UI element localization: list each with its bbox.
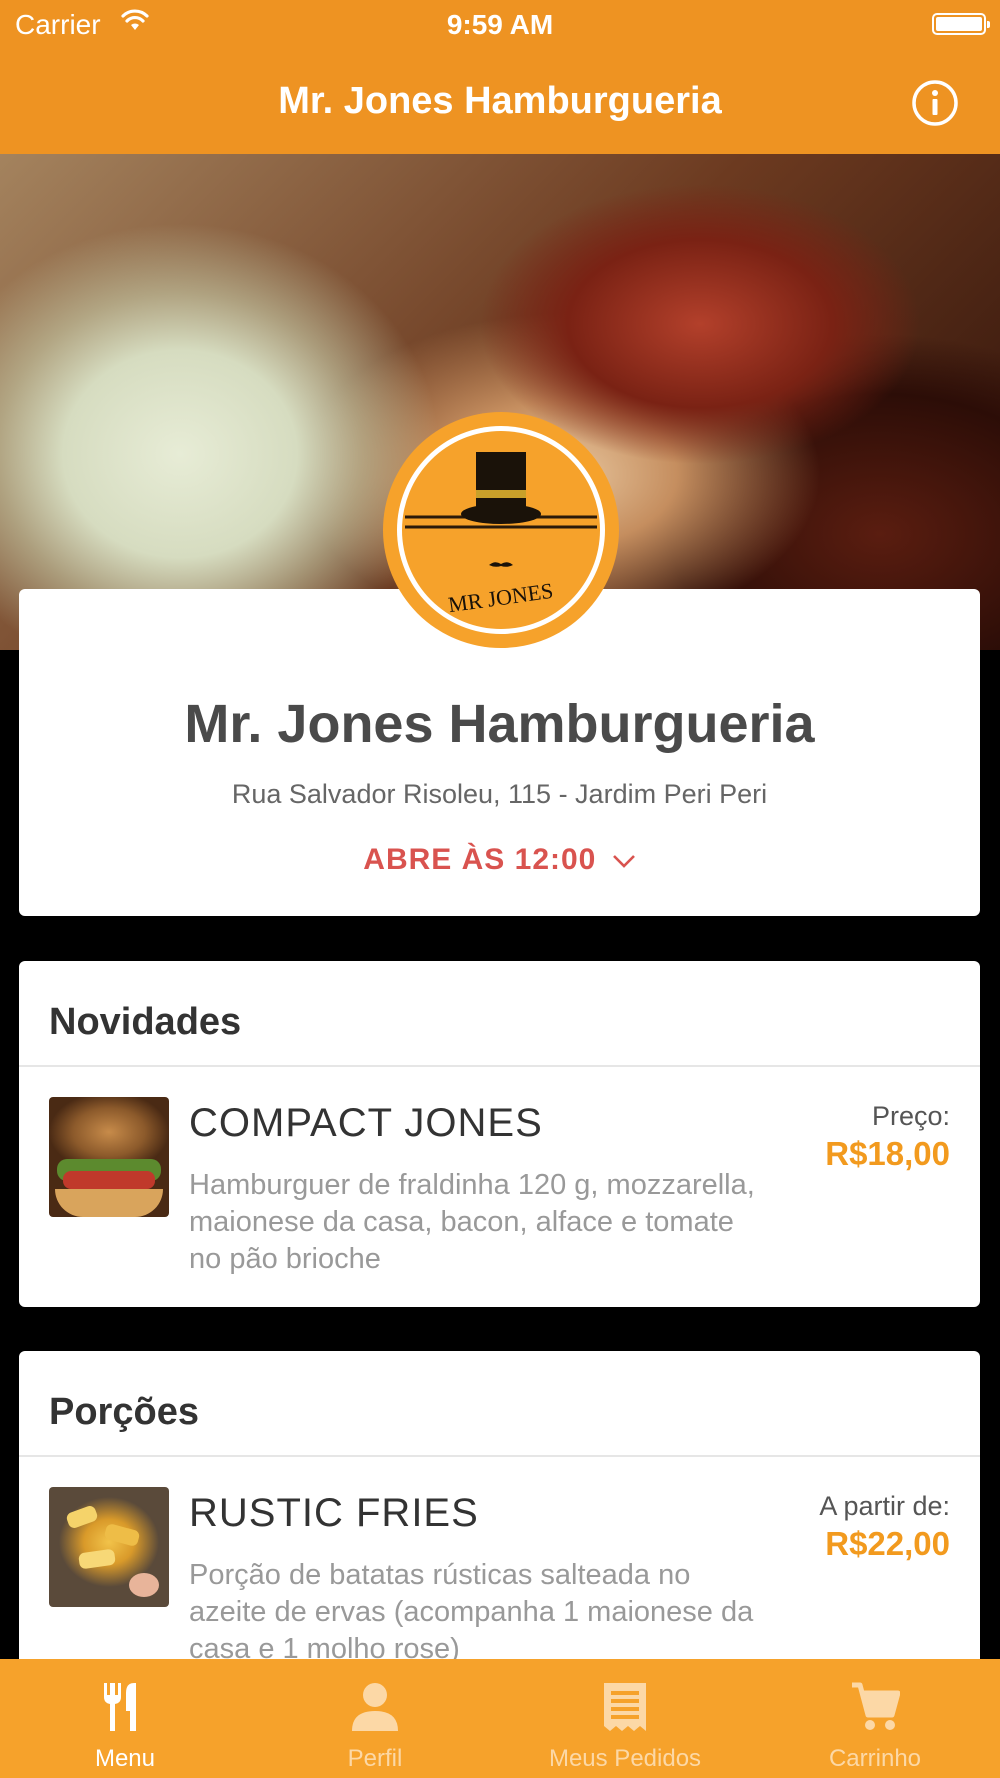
restaurant-address: Rua Salvador Risoleu, 115 - Jardim Peri … (231, 779, 768, 809)
item-photo (49, 1097, 169, 1217)
tab-bar: Menu Perfil Meus Pedidos Carrinho (0, 1659, 1000, 1778)
clock: 9:59 AM (446, 9, 554, 40)
divider (19, 1065, 980, 1067)
tab-label: Meus Pedidos (548, 1745, 702, 1772)
divider (19, 1455, 980, 1457)
price-label: Preço: (871, 1101, 950, 1131)
item-price: R$22,00 (825, 1525, 950, 1562)
price-label: A partir de: (819, 1491, 950, 1521)
section-card-novidades: Novidades COMPACT JONES Hamburguer de fr… (19, 961, 980, 1307)
navigation-bar: Mr. Jones Hamburgueria (0, 50, 1000, 154)
item-name: RUSTIC FRIES (189, 1491, 479, 1535)
restaurant-logo: MR JONES (383, 412, 619, 648)
section-title: Novidades (49, 1001, 242, 1043)
status-bar: Carrier 9:59 AM (0, 0, 1000, 50)
tab-perfil[interactable]: Perfil (250, 1659, 500, 1778)
tab-label: Menu (94, 1745, 156, 1772)
opening-hours-toggle[interactable]: ABRE ÀS 12:00 (19, 843, 980, 877)
tab-meus-pedidos[interactable]: Meus Pedidos (500, 1659, 750, 1778)
fork-knife-icon (104, 1683, 136, 1731)
tab-carrinho[interactable]: Carrinho (750, 1659, 1000, 1778)
opening-hours-label: ABRE ÀS 12:00 (363, 843, 597, 876)
item-description: Hamburguer de fraldinha 120 g, mozzarell… (189, 1169, 755, 1275)
info-icon[interactable] (910, 78, 960, 128)
section-title: Porções (49, 1391, 199, 1433)
item-price: R$18,00 (825, 1135, 950, 1172)
item-description: Porção de batatas rústicas salteada no a… (189, 1559, 754, 1665)
tab-label: Perfil (347, 1745, 403, 1772)
nav-title: Mr. Jones Hamburgueria (278, 80, 722, 122)
tab-label: Carrinho (828, 1745, 922, 1772)
receipt-icon (604, 1683, 646, 1731)
cart-icon (852, 1682, 900, 1730)
battery-icon (932, 13, 990, 35)
restaurant-name: Mr. Jones Hamburgueria (184, 694, 815, 754)
tab-menu[interactable]: Menu (0, 1659, 250, 1778)
item-name: COMPACT JONES (189, 1101, 543, 1145)
chevron-down-icon (612, 855, 635, 868)
person-icon (352, 1683, 398, 1731)
item-photo (49, 1487, 169, 1607)
